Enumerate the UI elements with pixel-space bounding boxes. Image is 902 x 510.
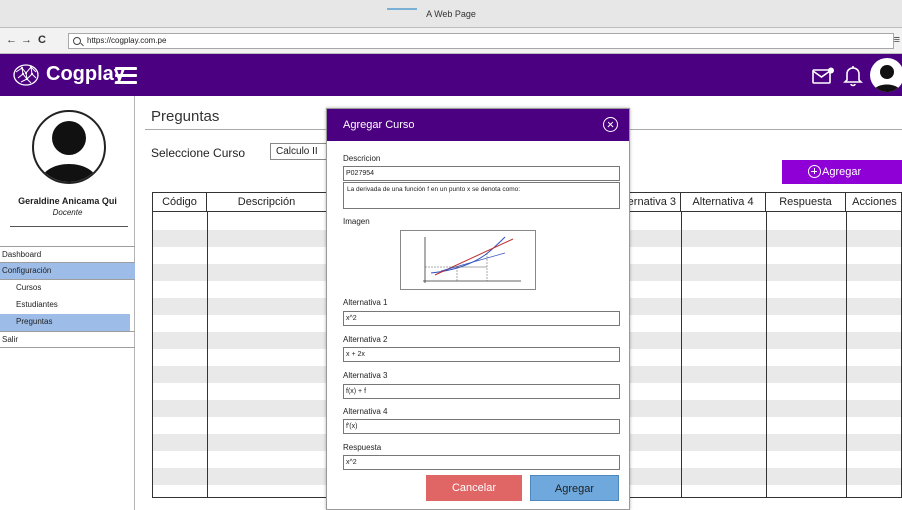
window-title: A Web Page: [426, 9, 476, 19]
reload-icon[interactable]: C: [38, 35, 46, 46]
bell-icon[interactable]: [843, 65, 863, 87]
cancel-button[interactable]: Cancelar: [426, 475, 522, 501]
browser-address-bar: ← → C https://cogplay.com.pe ≡: [0, 28, 902, 54]
column-header-descripcion[interactable]: Descripción: [207, 193, 327, 212]
page-title: Preguntas: [151, 108, 220, 125]
alternative-4-label: Alternativa 4: [343, 407, 388, 416]
user-name: Geraldine Anicama Qui: [18, 196, 117, 206]
column-header-codigo[interactable]: Código: [153, 193, 207, 212]
alternative-2-field[interactable]: x + 2x: [343, 347, 620, 362]
user-icon: [40, 121, 98, 182]
user-role: Docente: [52, 208, 83, 217]
modal-header: Agregar Curso: [327, 109, 629, 141]
column-divider: [681, 212, 682, 497]
answer-field[interactable]: x^2: [343, 455, 620, 470]
hamburger-menu-icon[interactable]: [115, 67, 137, 84]
image-label: Imagen: [343, 217, 370, 226]
browser-menu-icon[interactable]: ≡: [894, 34, 900, 46]
code-field[interactable]: P027954: [343, 166, 620, 181]
column-header-acciones[interactable]: Acciones: [846, 193, 901, 212]
alternative-4-field[interactable]: f'(x): [343, 419, 620, 434]
sidebar-item-estudiantes[interactable]: Estudiantes: [0, 297, 135, 314]
sidebar-item-salir[interactable]: Salir: [0, 331, 135, 348]
close-icon[interactable]: [603, 117, 618, 132]
forward-icon[interactable]: →: [21, 35, 32, 46]
brand-name: Cogplay: [46, 63, 125, 85]
column-divider: [766, 212, 767, 497]
sidebar-item-configuracion[interactable]: Configuración: [0, 263, 135, 280]
url-text: https://cogplay.com.pe: [87, 36, 167, 45]
alternative-1-field[interactable]: x^2: [343, 311, 620, 326]
course-select-label: Seleccione Curso: [151, 146, 246, 160]
plus-circle-icon: [808, 165, 821, 178]
sidebar: Geraldine Anicama Qui Docente Dashboard …: [0, 96, 135, 510]
alternative-1-label: Alternativa 1: [343, 298, 388, 307]
divider: [10, 226, 128, 227]
sidebar-item-preguntas[interactable]: Preguntas: [0, 314, 130, 331]
brain-logo-icon: [13, 64, 39, 86]
alternative-3-field[interactable]: f(x) + f: [343, 384, 620, 399]
alternative-3-label: Alternativa 3: [343, 371, 388, 380]
add-course-modal: Agregar Curso Descricion P027954 La deri…: [326, 108, 630, 510]
header-avatar[interactable]: [870, 58, 902, 92]
question-image[interactable]: [400, 230, 536, 290]
column-header-respuesta[interactable]: Respuesta: [766, 193, 846, 212]
sidebar-item-dashboard[interactable]: Dashboard: [0, 246, 135, 263]
alternative-2-label: Alternativa 2: [343, 335, 388, 344]
column-header-alternativa-4[interactable]: Alternativa 4: [681, 193, 766, 212]
add-question-button[interactable]: Agregar: [782, 160, 902, 184]
submit-button[interactable]: Agregar: [530, 475, 619, 501]
modal-title: Agregar Curso: [343, 119, 415, 131]
user-icon: [873, 65, 901, 92]
browser-title-bar: A Web Page: [0, 0, 902, 28]
url-input[interactable]: https://cogplay.com.pe: [68, 33, 894, 49]
column-divider: [207, 212, 208, 497]
back-icon[interactable]: ←: [6, 35, 17, 46]
add-button-label: Agregar: [822, 166, 862, 178]
sidebar-nav: Dashboard Configuración Cursos Estudiant…: [0, 246, 135, 348]
search-icon: [73, 37, 81, 45]
answer-label: Respuesta: [343, 443, 382, 452]
sidebar-item-cursos[interactable]: Cursos: [0, 280, 135, 297]
column-divider: [846, 212, 847, 497]
app-header: Cogplay: [0, 54, 902, 96]
profile-avatar: [32, 110, 106, 184]
description-label: Descricion: [343, 154, 381, 163]
description-field[interactable]: La derivada de una función f en un punto…: [343, 182, 620, 209]
mail-notification-icon[interactable]: [812, 67, 836, 85]
derivative-graph-icon: [423, 236, 521, 283]
